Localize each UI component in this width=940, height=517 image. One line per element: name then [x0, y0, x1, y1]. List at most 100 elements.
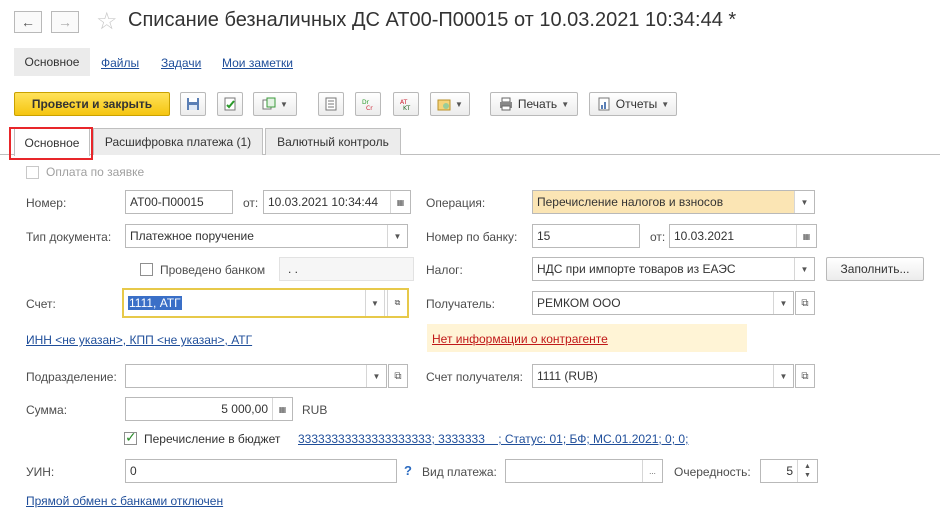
open-icon: ⧉ [394, 370, 402, 382]
uin-value: 0 [130, 464, 137, 478]
budget-transfer-label: Перечисление в бюджет [144, 432, 281, 446]
reports-button[interactable]: Отчеты ▼ [589, 92, 677, 116]
chevron-down-icon[interactable]: ▼ [794, 191, 814, 213]
accounts-icon: ATKT [400, 99, 410, 111]
print-label: Печать [517, 97, 558, 111]
section-notes-link[interactable]: Мои заметки [222, 56, 293, 70]
calculator-icon[interactable]: ▦ [272, 398, 292, 420]
currency-label: RUB [302, 403, 328, 417]
section-main[interactable]: Основное [14, 48, 90, 76]
post-button[interactable] [217, 92, 243, 116]
printer-icon [499, 97, 512, 111]
budget-transfer-checkbox[interactable] [124, 429, 137, 446]
sum-field[interactable]: 5 000,00 ▦ [125, 397, 293, 421]
uin-field[interactable]: 0 [125, 459, 397, 483]
department-select[interactable]: ▼ [125, 364, 387, 388]
stepper-arrows-icon[interactable]: ▲ ▼ [797, 460, 817, 482]
open-icon: ⧉ [801, 370, 809, 382]
svg-text:KT: KT [403, 105, 410, 111]
doc-type-select[interactable]: Платежное поручение ▼ [125, 224, 408, 248]
bank-date-value: 10.03.2021 [674, 229, 735, 243]
create-based-icon [262, 97, 276, 110]
number-field[interactable]: АТ00-П00015 [125, 190, 233, 214]
sum-value: 5 000,00 [221, 402, 268, 416]
section-files-link[interactable]: Файлы [101, 56, 139, 70]
journal-button[interactable] [318, 92, 344, 116]
back-button[interactable]: ← [14, 11, 42, 33]
post-and-close-button[interactable]: Провести и закрыть [14, 92, 170, 116]
bank-number-label: Номер по банку: [426, 230, 518, 244]
chevron-down-icon[interactable]: ▼ [773, 365, 793, 387]
tab-payment-details[interactable]: Расшифровка платежа (1) [93, 128, 263, 155]
recipient-account-label: Счет получателя: [426, 370, 523, 384]
post-and-close-label: Провести и закрыть [31, 97, 153, 111]
recipient-open-button[interactable]: ⧉ [795, 291, 815, 315]
sum-label: Сумма: [26, 403, 68, 417]
chevron-down-icon[interactable]: ▼ [366, 365, 386, 387]
posted-date-field[interactable]: . . [279, 257, 414, 281]
create-based-on-button[interactable]: ▼ [253, 92, 297, 116]
calendar-icon[interactable]: ▦ [390, 191, 410, 213]
pay-by-request-checkbox[interactable] [26, 166, 39, 179]
department-open-button[interactable]: ⧉ [388, 364, 408, 388]
uin-help-icon[interactable]: ? [404, 463, 412, 478]
uin-label: УИН: [26, 465, 55, 479]
section-main-label: Основное [24, 55, 80, 69]
bank-number-field[interactable]: 15 [532, 224, 640, 248]
ellipsis-icon[interactable]: ... [642, 460, 662, 482]
account-label: Счет: [26, 297, 56, 311]
tax-select[interactable]: НДС при импорте товаров из ЕАЭС ▼ [532, 257, 815, 281]
operation-select[interactable]: Перечисление налогов и взносов ▼ [532, 190, 815, 214]
at-kt-button[interactable]: AT KT [393, 92, 419, 116]
print-button[interactable]: Печать ▼ [490, 92, 578, 116]
highlight-frame [9, 127, 93, 160]
posted-by-bank-checkbox[interactable] [140, 263, 153, 276]
chevron-down-icon[interactable]: ▼ [794, 258, 814, 280]
doc-type-label: Тип документа: [26, 230, 112, 244]
date-value: 10.03.2021 10:34:44 [268, 195, 379, 209]
attachments-button[interactable]: ▼ [430, 92, 470, 116]
posted-date-value: . . [288, 262, 299, 276]
chevron-down-icon: ▼ [561, 99, 570, 109]
chevron-down-icon[interactable]: ▼ [387, 225, 407, 247]
account-value: 1111, АТГ [128, 296, 182, 310]
chevron-down-icon[interactable]: ▼ [773, 292, 793, 314]
date-field[interactable]: 10.03.2021 10:34:44 ▦ [263, 190, 411, 214]
no-info-panel: Нет информации о контрагенте [427, 324, 747, 352]
tab-payment-details-label: Расшифровка платежа (1) [104, 135, 252, 149]
tab-currency-control[interactable]: Валютный контроль [265, 128, 401, 155]
open-icon: ⧉ [801, 297, 809, 309]
recipient-label: Получатель: [426, 297, 495, 311]
section-tasks-link[interactable]: Задачи [161, 56, 201, 70]
floppy-icon [187, 98, 199, 110]
forward-button[interactable]: → [51, 11, 79, 33]
recipient-account-open-button[interactable]: ⧉ [795, 364, 815, 388]
recipient-select[interactable]: РЕМКОМ ООО ▼ [532, 291, 794, 315]
chevron-down-icon[interactable]: ▼ [365, 290, 385, 316]
bank-date-field[interactable]: 10.03.2021 ▦ [669, 224, 817, 248]
bank-exchange-link[interactable]: Прямой обмен с банками отключен [26, 494, 223, 508]
no-info-link[interactable]: Нет информации о контрагенте [432, 332, 608, 346]
account-select[interactable]: 1111, АТГ ▼ ⧉ [122, 288, 409, 318]
pay-by-request-label: Оплата по заявке [46, 165, 145, 179]
recipient-account-value: 1111 (RUB) [537, 369, 598, 383]
recipient-account-select[interactable]: 1111 (RUB) ▼ [532, 364, 794, 388]
open-icon[interactable]: ⧉ [387, 290, 407, 316]
priority-value: 5 [786, 464, 793, 478]
dt-kt-button[interactable]: Dr Cr [355, 92, 381, 116]
number-value: АТ00-П00015 [130, 195, 204, 209]
save-button[interactable] [180, 92, 206, 116]
fill-button[interactable]: Заполнить... [826, 257, 924, 281]
posted-by-bank-label: Проведено банком [160, 263, 266, 277]
recipient-value: РЕМКОМ ООО [537, 296, 621, 310]
calendar-icon[interactable]: ▦ [796, 225, 816, 247]
post-document-icon [224, 97, 236, 111]
priority-label: Очередность: [674, 465, 751, 479]
favorite-star-icon[interactable]: ☆ [96, 7, 118, 36]
inn-kpp-link[interactable]: ИНН <не указан>, КПП <не указан>, АТГ [26, 333, 252, 347]
operation-label: Операция: [426, 196, 486, 210]
budget-details-link[interactable]: 33333333333333333333; 3333333 ; Статус: … [298, 432, 688, 446]
list-icon [325, 97, 337, 111]
priority-stepper[interactable]: 5 ▲ ▼ [760, 459, 818, 483]
payment-type-select[interactable]: ... [505, 459, 663, 483]
